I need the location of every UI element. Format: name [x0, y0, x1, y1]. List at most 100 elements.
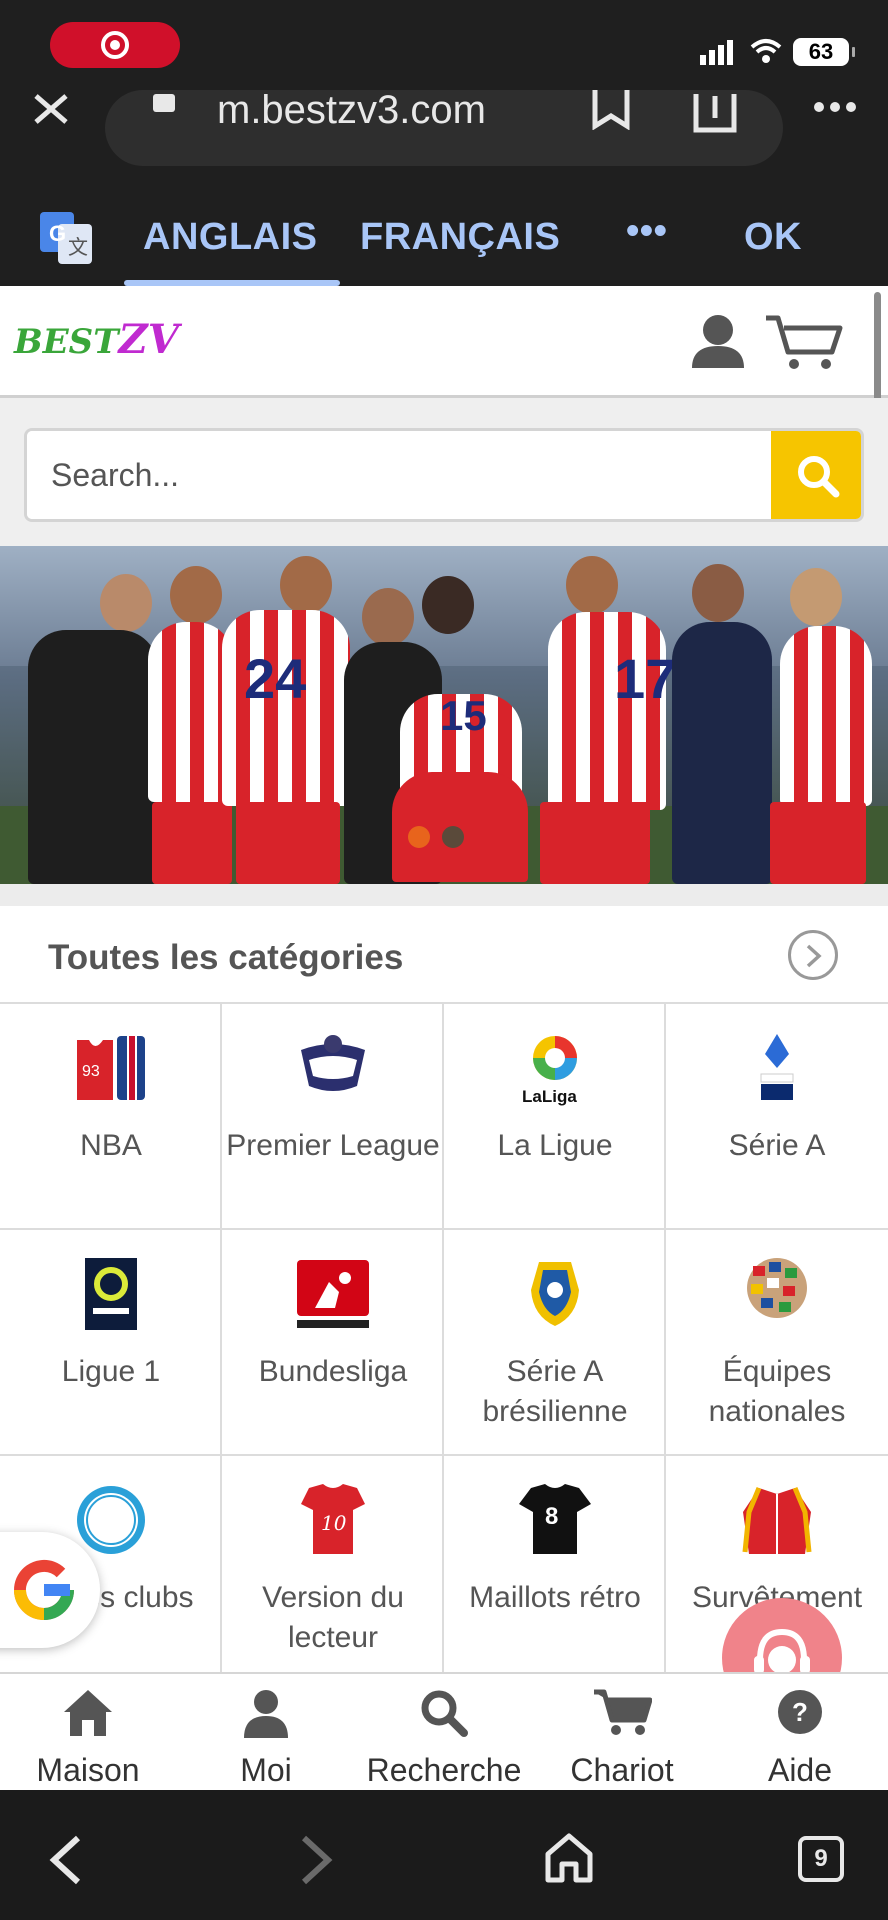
carousel-dots [408, 826, 476, 853]
bundesliga-icon [297, 1260, 369, 1328]
person-head [422, 576, 474, 634]
category-label: Maillots rétro [469, 1581, 641, 1614]
cellular-signal-icon [700, 40, 736, 65]
system-navigation-bar: 9 [0, 1790, 888, 1920]
svg-text:G: G [49, 221, 66, 246]
category-serie-a[interactable]: Série A [666, 1004, 888, 1230]
svg-text:文: 文 [68, 235, 88, 259]
staff-figure [672, 622, 772, 884]
search-button[interactable] [771, 431, 861, 519]
person-head [566, 556, 618, 614]
jersey-number: 15 [440, 692, 487, 739]
category-equipes-nationales[interactable]: Équipes nationales [666, 1230, 888, 1456]
search-section [0, 398, 888, 546]
battery-indicator: 63 [793, 38, 855, 66]
category-maillots-retro[interactable]: 8 Maillots rétro [444, 1456, 666, 1682]
share-icon[interactable] [692, 90, 738, 134]
player-figure [780, 626, 872, 806]
category-label: Ligue 1 [61, 1355, 161, 1388]
translate-ok-button[interactable]: OK [744, 216, 802, 259]
bottom-navigation: Maison Moi Recherche Chariot ? Aide [0, 1672, 888, 1790]
serie-a-icon [760, 1034, 794, 1100]
translate-more-button[interactable]: ••• [626, 210, 667, 253]
address-bar[interactable]: m.bestzv3.com [105, 90, 783, 166]
premier-league-icon [301, 1035, 365, 1091]
section-gap [0, 884, 888, 906]
category-label: Équipes nationales [708, 1355, 846, 1428]
url-text: m.bestzv3.com [217, 90, 486, 132]
forward-icon[interactable] [296, 1834, 336, 1886]
close-icon[interactable] [32, 92, 70, 124]
back-icon[interactable] [46, 1834, 86, 1886]
person-head [170, 566, 222, 624]
category-version-du-lecteur[interactable]: 10 Version du lecteur [222, 1456, 444, 1682]
nav-maison[interactable]: Maison [10, 1674, 166, 1792]
google-icon [14, 1559, 74, 1620]
carousel-dot-active[interactable] [408, 826, 430, 848]
category-nba[interactable]: 93 NBA [0, 1004, 222, 1230]
screen-recording-indicator[interactable] [50, 22, 180, 68]
lock-icon [153, 94, 175, 112]
category-la-ligue[interactable]: LaLiga La Ligue [444, 1004, 666, 1230]
search-input[interactable] [27, 431, 771, 519]
player-shorts [152, 802, 232, 884]
nav-recherche[interactable]: Recherche [358, 1674, 530, 1792]
category-serie-a-bresilienne[interactable]: Série A brésilienne [444, 1230, 666, 1456]
player-shorts [236, 802, 340, 884]
categories-header[interactable]: Toutes les catégories [0, 906, 888, 1004]
svg-text:93: 93 [82, 1063, 100, 1080]
nav-label: Recherche [366, 1752, 522, 1788]
search-box [24, 428, 864, 522]
site-logo[interactable]: BESTZV [14, 316, 179, 363]
chevron-right-icon [806, 944, 822, 968]
bookmark-icon[interactable] [590, 90, 632, 130]
home-icon[interactable] [544, 1832, 594, 1884]
jersey-number: 17 [614, 647, 677, 710]
home-icon [64, 1690, 112, 1736]
help-icon: ? [778, 1690, 822, 1734]
nav-chariot[interactable]: Chariot [554, 1674, 690, 1792]
hero-banner[interactable]: 24 15 17 [0, 546, 888, 884]
nav-label: Maison [36, 1752, 140, 1788]
svg-text:10: 10 [321, 1511, 347, 1535]
wifi-icon [750, 39, 782, 63]
search-icon [421, 1690, 468, 1737]
coach-figure [28, 630, 158, 884]
account-icon[interactable] [690, 312, 746, 368]
search-icon [798, 456, 840, 498]
player-shorts [540, 802, 650, 884]
player-version-icon: 10 [301, 1484, 365, 1554]
browser-chrome: 63 m.bestzv3.com G 文 ANGLAIS FRANÇAIS ••… [0, 0, 888, 286]
svg-text:8: 8 [545, 1503, 558, 1530]
nav-moi[interactable]: Moi [196, 1674, 336, 1792]
national-teams-icon [747, 1258, 807, 1318]
nav-aide[interactable]: ? Aide [730, 1674, 870, 1792]
other-clubs-icon [77, 1486, 145, 1554]
category-premier-league[interactable]: Premier League [222, 1004, 444, 1230]
person-head [362, 588, 414, 646]
record-icon [101, 31, 129, 59]
category-ligue-1[interactable]: Ligue 1 [0, 1230, 222, 1456]
category-grid: 93 NBA Premier League LaLiga La Ligue Sé… [0, 1004, 888, 1682]
player-figure [548, 612, 666, 810]
cart-icon[interactable] [764, 314, 844, 372]
google-translate-icon[interactable]: G 文 [40, 212, 94, 266]
categories-arrow-button[interactable] [788, 930, 838, 980]
person-head [280, 556, 332, 614]
category-bundesliga[interactable]: Bundesliga [222, 1230, 444, 1456]
carousel-dot[interactable] [442, 826, 464, 848]
tabs-count-button[interactable]: 9 [798, 1836, 844, 1882]
tab-anglais[interactable]: ANGLAIS [143, 216, 318, 259]
more-icon[interactable] [812, 100, 858, 114]
user-icon [244, 1690, 288, 1738]
category-label: La Ligue [497, 1129, 613, 1162]
page-scrollbar[interactable] [874, 292, 881, 410]
translate-bar: G 文 ANGLAIS FRANÇAIS ••• OK [0, 196, 888, 286]
tab-francais[interactable]: FRANÇAIS [360, 216, 560, 259]
person-head [100, 574, 152, 632]
brasileirao-icon [531, 1262, 579, 1326]
category-label: Série A [728, 1129, 826, 1162]
nav-label: Moi [240, 1752, 292, 1788]
category-label: Premier League [226, 1129, 440, 1162]
svg-text:LaLiga: LaLiga [522, 1087, 577, 1106]
